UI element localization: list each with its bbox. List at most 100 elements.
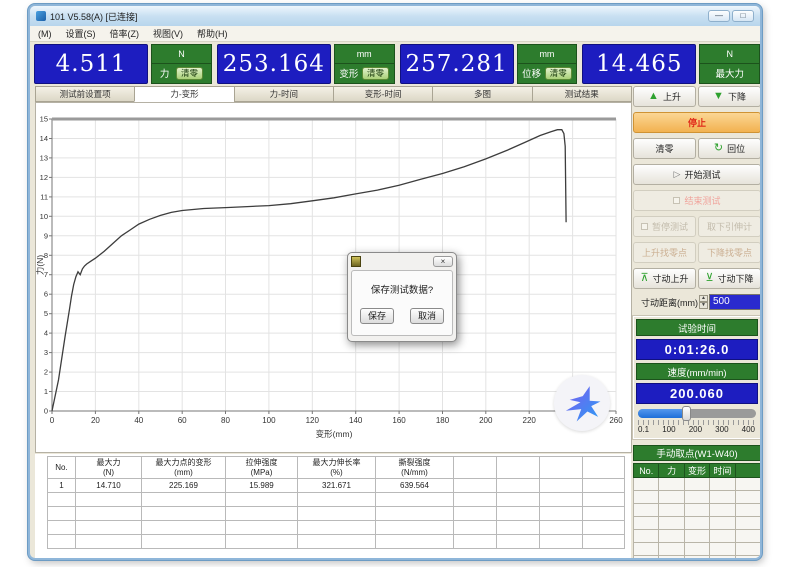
stop-button[interactable]: 停止 [633,112,761,133]
menu-item-view[interactable]: 视图(V) [153,27,183,40]
speed-slider[interactable] [638,409,756,418]
results-cell [540,521,583,535]
menu-item-m[interactable]: (M) [38,29,52,39]
manual-cell[interactable] [684,517,709,530]
svg-text:11: 11 [40,192,48,201]
pause-test-button[interactable]: 暂停测试 [633,216,696,237]
manual-cell[interactable] [684,478,709,491]
deform-value: 253.164 [217,44,331,84]
manual-cell[interactable] [634,530,659,543]
results-cell [298,521,376,535]
manual-cell[interactable] [634,556,659,561]
manual-cell[interactable] [710,556,735,561]
results-cell [142,535,226,549]
results-row[interactable]: 114.710225.16915.989321.671639.564 [48,479,625,493]
manual-cell[interactable] [659,504,684,517]
manual-cell[interactable] [735,543,760,556]
manual-col-header: 时间 [710,464,735,478]
live-displays: 4.511 N 力 清零 253.164 mm 变形 清零 257.281 [34,44,760,84]
results-cell: 639.564 [376,479,454,493]
minimize-button[interactable]: — [708,10,730,22]
manual-cell[interactable] [659,530,684,543]
force-clear-button[interactable]: 清零 [176,67,203,80]
menu-item-help[interactable]: 帮助(H) [197,27,228,40]
manual-cell[interactable] [735,517,760,530]
results-cell [376,507,454,521]
manual-cell[interactable] [684,491,709,504]
menu-item-ratio[interactable]: 倍率(Z) [110,27,140,40]
results-cell [497,479,540,493]
manual-cell[interactable] [684,504,709,517]
manual-cell[interactable] [659,517,684,530]
dialog-save-button[interactable]: 保存 [360,308,394,324]
results-empty-row [48,535,625,549]
manual-cell[interactable] [735,556,760,561]
manual-cell[interactable] [684,530,709,543]
tab-multi-chart[interactable]: 多图 [432,86,531,102]
speed-slider-labels: 0.1100200300400 [638,425,756,436]
jog-down-button[interactable]: ⊻寸动下降 [698,268,761,289]
manual-cell[interactable] [684,556,709,561]
dialog-cancel-button[interactable]: 取消 [410,308,444,324]
dialog-close-icon[interactable]: × [433,256,453,267]
speed-slider-thumb[interactable] [682,406,691,421]
manual-cell[interactable] [659,556,684,561]
tab-pretest-settings[interactable]: 测试前设置项 [35,86,134,102]
results-col-header [497,457,540,479]
svg-text:40: 40 [134,416,143,425]
remove-extensometer-button[interactable]: 取下引伸计 [698,216,761,237]
maxforce-display-group: 14.465 N 最大力 [582,44,760,84]
up-find-zero-button[interactable]: 上升找零点 [633,242,696,263]
down-button[interactable]: ▼下降 [698,86,761,107]
manual-cell[interactable] [735,504,760,517]
manual-cell[interactable] [659,543,684,556]
maximize-button[interactable]: □ [732,10,754,22]
manual-cell[interactable] [634,491,659,504]
manual-cell[interactable] [710,491,735,504]
manual-cell[interactable] [634,517,659,530]
results-col-header: 拉伸强度(MPa) [226,457,298,479]
results-cell [583,535,625,549]
results-empty-row [48,507,625,521]
manual-cell[interactable] [735,478,760,491]
position-label: 位移 [522,66,541,80]
manual-cell[interactable] [634,504,659,517]
tab-force-deform[interactable]: 力-变形 [134,86,233,102]
manual-cell[interactable] [710,504,735,517]
manual-table-row [634,530,761,543]
manual-cell[interactable] [659,478,684,491]
tab-force-time[interactable]: 力-时间 [234,86,333,102]
app-window: 101 V5.58(A) [已连接] — □ (M) 设置(S) 倍率(Z) 视… [28,4,762,560]
results-cell [376,493,454,507]
clear-zero-button[interactable]: 清零 [633,138,696,159]
tab-deform-time[interactable]: 变形-时间 [333,86,432,102]
manual-cell[interactable] [659,491,684,504]
results-col-header: 撕裂强度(N/mm) [376,457,454,479]
up-button[interactable]: ▲上升 [633,86,696,107]
svg-text:5: 5 [44,309,48,318]
manual-cell[interactable] [710,543,735,556]
manual-cell[interactable] [735,491,760,504]
down-find-zero-button[interactable]: 下降找零点 [698,242,761,263]
deform-clear-button[interactable]: 清零 [362,67,389,80]
menu-item-settings[interactable]: 设置(S) [66,27,96,40]
results-cell [454,493,497,507]
manual-cell[interactable] [684,543,709,556]
speed-header: 速度(mm/min) [636,363,758,380]
jog-up-button[interactable]: ⊼寸动上升 [633,268,696,289]
manual-cell[interactable] [634,543,659,556]
manual-col-header: 变形 [684,464,709,478]
jog-distance-input[interactable]: 500 [709,294,761,310]
position-clear-button[interactable]: 清零 [545,67,572,80]
manual-cell[interactable] [710,530,735,543]
tab-results[interactable]: 测试结果 [532,86,632,102]
manual-cell[interactable] [710,478,735,491]
svg-text:220: 220 [523,416,537,425]
end-test-button[interactable]: 结束测试 [633,190,761,211]
start-test-button[interactable]: ▷开始测试 [633,164,761,185]
manual-cell[interactable] [735,530,760,543]
jog-distance-stepper[interactable]: ▲▼ [699,295,708,309]
manual-cell[interactable] [710,517,735,530]
return-button[interactable]: ↻回位 [698,138,761,159]
manual-cell[interactable] [634,478,659,491]
